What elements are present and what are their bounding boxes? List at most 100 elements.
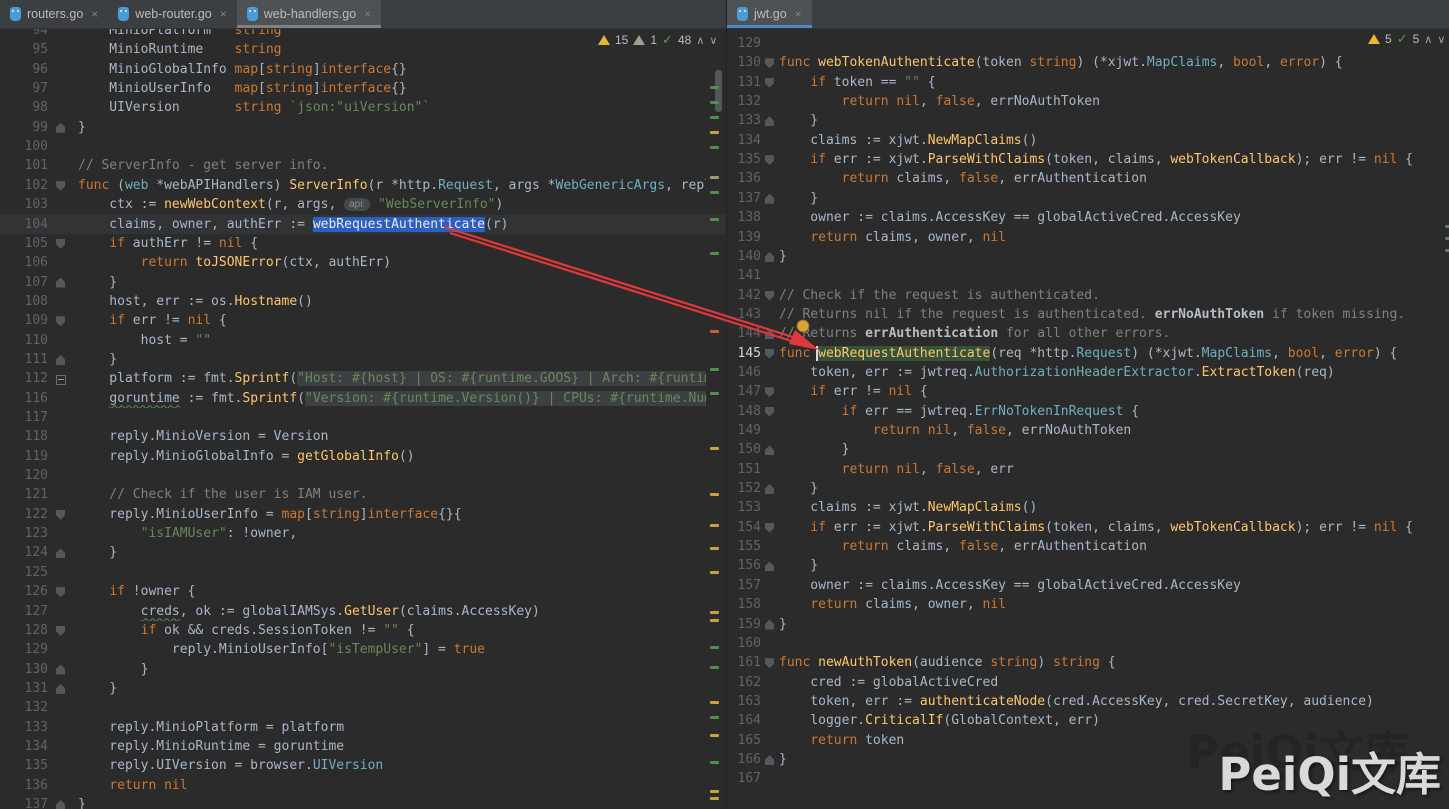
line-number[interactable]: 134 [8,737,48,756]
error-stripe-mark[interactable] [710,797,719,800]
code-line[interactable]: 140} [727,247,1449,266]
line-number[interactable]: 167 [735,769,761,788]
code-line[interactable]: 155 return claims, false, errAuthenticat… [727,537,1449,556]
error-stripe-mark[interactable] [710,524,719,527]
line-number[interactable]: 143 [735,305,761,324]
fold-start-icon[interactable] [765,387,774,397]
code-line[interactable]: 103 ctx := newWebContext(r, args, api: "… [0,195,726,214]
code-line[interactable]: 154 if err := xjwt.ParseWithClaims(token… [727,518,1449,537]
line-number[interactable]: 128 [8,621,48,640]
code-line[interactable]: 109 if err != nil { [0,311,726,330]
error-stripe-mark[interactable] [1445,225,1449,228]
code-line[interactable]: 121 // Check if the user is IAM user. [0,485,726,504]
code-line[interactable]: 132 [0,698,726,717]
line-number[interactable]: 109 [8,311,48,330]
code-line[interactable]: 136 return claims, false, errAuthenticat… [727,169,1449,188]
code-line[interactable]: 129 reply.MinioUserInfo["isTempUser"] = … [0,640,726,659]
line-number[interactable]: 130 [735,53,761,72]
code-line[interactable]: 131 if token == "" { [727,73,1449,92]
code-line[interactable]: 137} [0,795,726,809]
line-number[interactable]: 131 [735,73,761,92]
fold-start-icon[interactable] [765,523,774,533]
error-stripe-mark[interactable] [1445,249,1449,252]
line-number[interactable]: 130 [8,660,48,679]
line-number[interactable]: 110 [8,331,48,350]
line-number[interactable]: 158 [735,595,761,614]
code-line[interactable]: 139 return claims, owner, nil [727,228,1449,247]
line-number[interactable]: 98 [8,98,48,117]
line-number[interactable]: 161 [735,653,761,672]
code-line[interactable]: 156 } [727,556,1449,575]
line-number[interactable]: 162 [735,673,761,692]
line-number[interactable]: 121 [8,485,48,504]
line-number[interactable]: 163 [735,692,761,711]
line-number[interactable]: 151 [735,460,761,479]
code-line[interactable]: 107 } [0,273,726,292]
code-line[interactable]: 120 [0,466,726,485]
line-number[interactable]: 149 [735,421,761,440]
line-number[interactable]: 160 [735,634,761,653]
line-number[interactable]: 137 [735,189,761,208]
fold-end-icon[interactable] [765,620,774,630]
error-stripe-mark[interactable] [710,790,719,793]
code-line[interactable]: 160 [727,634,1449,653]
line-number[interactable]: 127 [8,602,48,621]
code-line[interactable]: 134 reply.MinioRuntime = goruntime [0,737,726,756]
fold-end-icon[interactable] [765,329,774,339]
fold-start-icon[interactable] [56,239,65,249]
fold-end-icon[interactable] [765,116,774,126]
code-line[interactable]: 148 if err == jwtreq.ErrNoTokenInRequest… [727,402,1449,421]
code-line[interactable]: 97 MinioUserInfo map[string]interface{} [0,79,726,98]
fold-end-icon[interactable] [56,123,65,133]
line-number[interactable]: 137 [8,795,48,809]
code-line[interactable]: 104 claims, owner, authErr := webRequest… [0,215,726,234]
editor-pane-right[interactable]: 129130func webTokenAuthenticate(token st… [727,28,1449,809]
editor-tab-web-handlers-go[interactable]: web-handlers.go× [237,0,381,28]
editor-tab-web-router-go[interactable]: web-router.go× [108,0,236,28]
code-line[interactable]: 99} [0,118,726,137]
code-line[interactable]: 163 token, err := authenticateNode(cred.… [727,692,1449,711]
error-stripe-mark[interactable] [710,101,719,104]
error-stripe-mark[interactable] [710,493,719,496]
fold-end-icon[interactable] [765,252,774,262]
line-number[interactable]: 107 [8,273,48,292]
line-number[interactable]: 112 [8,369,48,388]
line-number[interactable]: 103 [8,195,48,214]
code-line[interactable]: 133 reply.MinioPlatform = platform [0,718,726,737]
code-line[interactable]: 128 if ok && creds.SessionToken != "" { [0,621,726,640]
code-line[interactable]: 135 if err := xjwt.ParseWithClaims(token… [727,150,1449,169]
line-number[interactable]: 140 [735,247,761,266]
error-stripe-mark[interactable] [710,646,719,649]
code-line[interactable]: 146 token, err := jwtreq.AuthorizationHe… [727,363,1449,382]
line-number[interactable]: 138 [735,208,761,227]
line-number[interactable]: 134 [735,131,761,150]
code-line[interactable]: 137 } [727,189,1449,208]
code-line[interactable]: 149 return nil, false, errNoAuthToken [727,421,1449,440]
fold-end-icon[interactable] [765,755,774,765]
line-number[interactable]: 99 [8,118,48,137]
line-number[interactable]: 155 [735,537,761,556]
error-stripe-mark[interactable] [710,392,719,395]
line-number[interactable]: 97 [8,79,48,98]
code-line[interactable]: 150 } [727,440,1449,459]
code-line[interactable]: 135 reply.UIVersion = browser.UIVersion [0,756,726,775]
code-line[interactable]: 159} [727,615,1449,634]
code-line[interactable]: 161func newAuthToken(audience string) st… [727,653,1449,672]
fold-start-icon[interactable] [56,316,65,326]
error-stripe-mark[interactable] [710,571,719,574]
line-number[interactable]: 135 [735,150,761,169]
line-number[interactable]: 132 [8,698,48,717]
error-stripe-mark[interactable] [710,131,719,134]
line-number[interactable]: 120 [8,466,48,485]
error-stripe-mark[interactable] [710,330,719,333]
line-number[interactable]: 154 [735,518,761,537]
code-line[interactable]: 122 reply.MinioUserInfo = map[string]int… [0,505,726,524]
fold-start-icon[interactable] [56,587,65,597]
scrollbar-thumb[interactable] [715,70,722,112]
line-number[interactable]: 147 [735,382,761,401]
folded-region-icon[interactable] [56,375,66,385]
code-line[interactable]: 145func webRequestAuthenticate(req *http… [727,344,1449,363]
error-stripe-mark[interactable] [710,368,719,371]
code-line[interactable]: 118 reply.MinioVersion = Version [0,427,726,446]
error-stripe-mark[interactable] [710,619,719,622]
